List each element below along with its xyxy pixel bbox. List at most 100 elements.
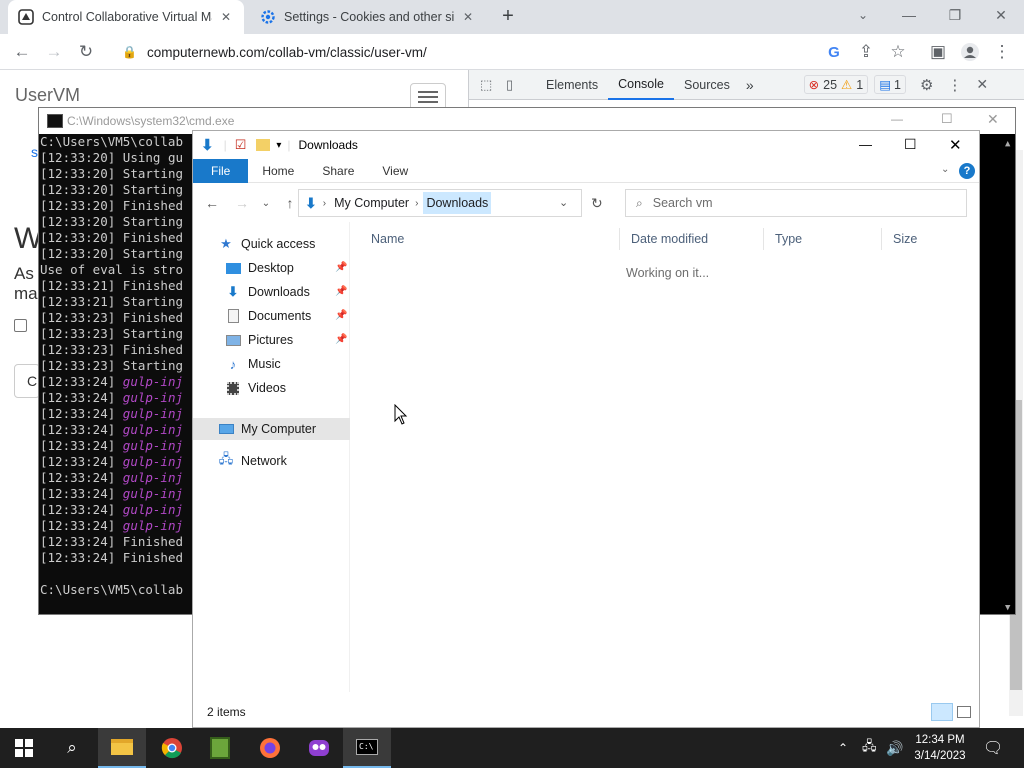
help-icon[interactable]: ? — [959, 163, 975, 179]
recent-locations-chevron-icon[interactable]: ⌄ — [254, 191, 278, 215]
show-hidden-icons-chevron-icon[interactable]: ⌃ — [838, 728, 848, 768]
nav-my-computer[interactable]: My Computer — [217, 418, 316, 440]
devtools-menu-icon[interactable]: ⋮ — [947, 76, 962, 94]
nav-desktop[interactable]: Desktop — [224, 257, 294, 279]
explorer-address-bar[interactable]: ⬇ › My Computer › Downloads ⌄ — [298, 189, 582, 217]
explorer-search-box[interactable]: ⌕ Search vm — [625, 189, 967, 217]
more-tabs-chevron-icon[interactable]: » — [740, 77, 760, 93]
address-history-chevron-icon[interactable]: ⌄ — [559, 196, 568, 209]
column-header-size[interactable]: Size — [887, 228, 917, 250]
profile-avatar-icon[interactable] — [956, 38, 984, 66]
network-tray-icon[interactable]: 🖧 — [862, 728, 877, 768]
close-icon[interactable]: ✕ — [949, 136, 962, 154]
new-folder-icon[interactable] — [256, 139, 271, 151]
minimize-icon[interactable]: — — [886, 0, 932, 30]
taskbar-app-mask[interactable] — [295, 728, 343, 768]
start-button[interactable] — [0, 728, 48, 768]
settings-gear-icon[interactable]: ⚙ — [920, 76, 933, 94]
chrome-menu-icon[interactable]: ⋮ — [988, 38, 1016, 66]
nav-videos[interactable]: Videos — [224, 377, 286, 399]
taskbar-chrome[interactable] — [148, 728, 196, 768]
notifications-icon[interactable]: 🗨 — [983, 728, 1003, 768]
forward-arrow-icon[interactable]: → — [230, 191, 254, 215]
back-arrow-icon[interactable]: ← — [8, 38, 36, 66]
console-timestamp: [12:33:24] — [40, 454, 116, 469]
tab-collab-vm[interactable]: Control Collaborative Virtual Ma ✕ — [8, 0, 244, 34]
nav-downloads[interactable]: ⬇ Downloads — [224, 281, 310, 303]
bookmark-star-icon[interactable]: ☆ — [884, 38, 912, 66]
close-tab-icon[interactable]: ✕ — [460, 10, 476, 24]
new-tab-button[interactable]: + — [496, 5, 520, 29]
close-icon[interactable]: ✕ — [987, 111, 999, 128]
close-window-icon[interactable]: ✕ — [978, 0, 1024, 30]
nav-music[interactable]: ♪ Music — [224, 353, 281, 375]
clock[interactable]: 12:34 PM 3/14/2023 — [912, 728, 968, 768]
ribbon-expand-chevron-icon[interactable]: ⌄ — [941, 164, 949, 175]
breadcrumb-downloads[interactable]: Downloads — [423, 192, 492, 214]
close-tab-icon[interactable]: ✕ — [218, 10, 234, 24]
search-icon[interactable]: ⌕ — [48, 728, 96, 768]
ribbon-tab-home[interactable]: Home — [248, 159, 308, 183]
ribbon-tab-share[interactable]: Share — [308, 159, 368, 183]
breadcrumb-my-computer[interactable]: My Computer — [334, 196, 409, 210]
restore-icon[interactable]: ❐ — [932, 0, 978, 30]
devtools-tab-console[interactable]: Console — [608, 70, 674, 100]
maximize-icon[interactable]: ☐ — [904, 136, 917, 153]
console-scroll-track[interactable] — [979, 134, 1015, 614]
file-explorer-icon — [111, 739, 133, 755]
cmd-icon: C:\ — [356, 739, 378, 755]
collab-vm-favicon-icon — [18, 9, 34, 25]
scroll-down-arrow-icon[interactable]: ▼ — [1005, 600, 1010, 614]
column-header-type[interactable]: Type — [769, 228, 802, 250]
page-link-fragment[interactable]: s — [31, 144, 38, 160]
refresh-icon[interactable]: ↻ — [591, 195, 603, 212]
minimize-icon[interactable]: — — [891, 112, 903, 126]
device-toggle-icon[interactable]: ▯ — [506, 77, 524, 93]
volume-icon[interactable]: 🔊 — [886, 728, 903, 768]
page-button[interactable]: C — [14, 364, 40, 398]
details-view-icon[interactable] — [931, 703, 953, 721]
devtools-tab-sources[interactable]: Sources — [674, 78, 740, 92]
reload-icon[interactable]: ↻ — [72, 38, 100, 66]
quick-access-toolbar-chevron-icon[interactable]: ▾ — [276, 140, 281, 151]
google-icon[interactable]: G — [820, 38, 848, 66]
taskbar-file-explorer[interactable] — [98, 728, 146, 768]
scroll-up-arrow-icon[interactable]: ▲ — [1005, 136, 1010, 152]
close-devtools-icon[interactable]: ✕ — [976, 76, 988, 93]
taskbar-notepad[interactable] — [196, 728, 244, 768]
large-icons-view-icon[interactable] — [957, 706, 971, 718]
messages-counter[interactable]: ▤ 1 — [874, 75, 906, 94]
ribbon-tab-view[interactable]: View — [368, 159, 422, 183]
tab-search-chevron-icon[interactable]: ⌄ — [840, 0, 886, 30]
forward-arrow-icon[interactable]: → — [40, 38, 68, 66]
tab-settings[interactable]: Settings - Cookies and other site ✕ — [250, 0, 486, 34]
minimize-icon[interactable]: — — [859, 137, 872, 152]
taskbar-firefox[interactable] — [246, 728, 294, 768]
nav-pictures[interactable]: Pictures — [224, 329, 293, 351]
desktop-icon — [224, 260, 242, 276]
nav-network[interactable]: 🖧 Network — [217, 450, 287, 472]
console-timestamp: [12:33:21] — [40, 294, 116, 309]
page-checkbox[interactable] — [14, 319, 27, 332]
console-timestamp: [12:33:24] — [40, 518, 116, 533]
side-panel-icon[interactable]: ▣ — [924, 38, 952, 66]
column-header-date-modified[interactable]: Date modified — [625, 228, 708, 250]
console-timestamp: [12:33:23] — [40, 310, 116, 325]
clock-date: 3/14/2023 — [914, 750, 966, 762]
nav-quick-access[interactable]: ★ Quick access — [217, 233, 315, 255]
inspect-element-icon[interactable]: ⬚ — [480, 77, 498, 93]
issues-counter[interactable]: ⊗ 25 ⚠ 1 — [803, 75, 869, 94]
taskbar-cmd[interactable]: C:\ — [343, 728, 391, 768]
warning-icon: ⚠ — [841, 78, 853, 92]
back-arrow-icon[interactable]: ← — [200, 191, 224, 215]
share-icon[interactable]: ⇪ — [852, 38, 880, 66]
nav-label: Pictures — [248, 333, 294, 347]
devtools-tab-elements[interactable]: Elements — [536, 78, 608, 92]
properties-check-icon[interactable]: ☑ — [235, 137, 247, 153]
ribbon-tab-file[interactable]: File — [193, 158, 249, 183]
column-header-name[interactable]: Name — [365, 228, 404, 250]
nav-documents[interactable]: Documents — [224, 305, 311, 327]
console-text: Finished — [122, 342, 184, 357]
address-bar[interactable]: 🔒 computernewb.com/collab-vm/classic/use… — [110, 37, 910, 67]
maximize-icon[interactable]: ☐ — [941, 111, 953, 127]
